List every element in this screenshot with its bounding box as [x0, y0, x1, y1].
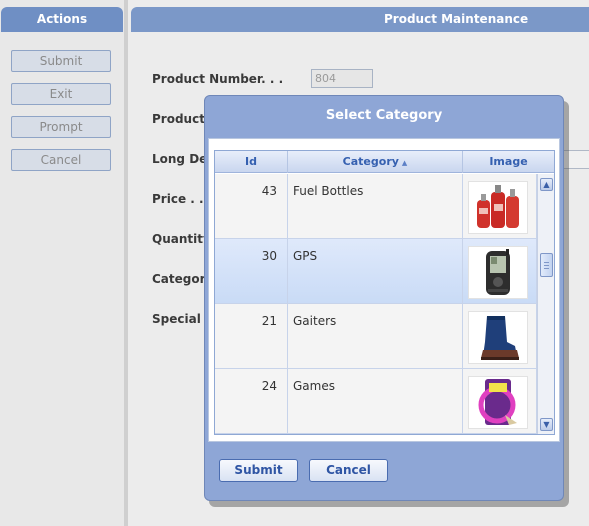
actions-header: Actions [1, 7, 123, 32]
scroll-down-icon[interactable]: ▼ [540, 418, 553, 431]
product-description-label: Product [152, 112, 204, 126]
submit-button[interactable]: Submit [11, 50, 111, 72]
cell-id: 30 [215, 239, 288, 304]
cell-category: Games [288, 369, 463, 434]
cancel-button[interactable]: Cancel [11, 149, 111, 171]
quantity-label: Quantity [152, 232, 204, 246]
category-grid-container: Id Category ▲ Image 43 Fuel Bottles 30 G… [208, 138, 560, 442]
cell-image [463, 174, 537, 239]
prompt-button[interactable]: Prompt [11, 116, 111, 138]
table-row[interactable]: 21 Gaiters [215, 304, 537, 369]
grid-scrollbar[interactable]: ▲ ▼ [537, 174, 554, 434]
cell-image [463, 369, 537, 434]
cell-id: 21 [215, 304, 288, 369]
price-label: Price . . [152, 192, 204, 206]
gaiter-boot-image [468, 311, 528, 364]
category-label: Categor [152, 272, 204, 286]
gps-device-image [468, 246, 528, 299]
scrollbar-thumb[interactable] [540, 253, 553, 277]
long-description-label: Long De [152, 152, 204, 166]
grid-header: Id Category ▲ Image [215, 151, 554, 173]
cell-id: 24 [215, 369, 288, 434]
column-header-id[interactable]: Id [215, 151, 288, 173]
scroll-up-icon[interactable]: ▲ [540, 178, 553, 191]
cell-category: GPS [288, 239, 463, 304]
flying-ring-game-image [468, 376, 528, 429]
dialog-submit-button[interactable]: Submit [219, 459, 298, 482]
sort-ascending-icon: ▲ [401, 159, 408, 167]
actions-panel [0, 0, 124, 526]
special-label: Special I [152, 312, 204, 326]
main-header: Product Maintenance [131, 7, 589, 32]
exit-button[interactable]: Exit [11, 83, 111, 105]
product-number-field[interactable]: 804 [311, 69, 373, 88]
cell-image [463, 239, 537, 304]
category-grid: Id Category ▲ Image 43 Fuel Bottles 30 G… [214, 150, 555, 435]
cell-category: Gaiters [288, 304, 463, 369]
dialog-title: Select Category [325, 108, 443, 123]
column-header-category[interactable]: Category ▲ [288, 151, 463, 173]
table-row[interactable]: 43 Fuel Bottles [215, 174, 537, 239]
page-title: Product Maintenance [384, 12, 529, 26]
dialog-cancel-button[interactable]: Cancel [309, 459, 388, 482]
cell-image [463, 304, 537, 369]
cell-id: 43 [215, 174, 288, 239]
select-category-dialog: Select Category Id Category ▲ Image 43 Fu… [204, 95, 564, 501]
grid-body: 43 Fuel Bottles 30 GPS 21 Gaiters 24 Gam… [215, 174, 537, 434]
fuel-bottles-image [468, 181, 528, 234]
table-row[interactable]: 30 GPS [215, 239, 537, 304]
product-number-label: Product Number. . . [152, 72, 284, 86]
column-header-image[interactable]: Image [463, 151, 554, 173]
table-row[interactable]: 24 Games [215, 369, 537, 434]
cell-category: Fuel Bottles [288, 174, 463, 239]
